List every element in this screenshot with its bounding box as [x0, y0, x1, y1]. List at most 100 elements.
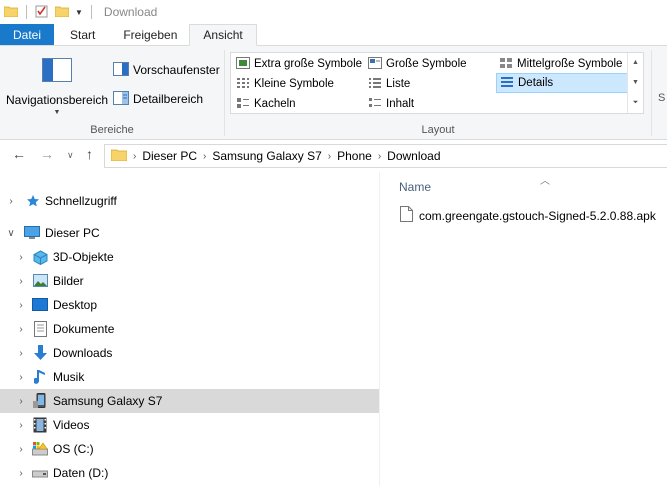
nav-item-documents[interactable]: › Dokumente: [0, 317, 379, 341]
folder-icon: [110, 148, 128, 164]
group-label-panes: Bereiche: [90, 124, 134, 136]
tab-file[interactable]: Datei: [0, 24, 54, 45]
navigation-pane: › Schnellzugriff ∨ Dieser PC › 3D-Objekt…: [0, 184, 379, 486]
nav-item-label: OS (C:): [53, 442, 94, 456]
layout-medium-icons[interactable]: Mittelgroße Symbole: [496, 54, 625, 74]
file-icon: [400, 206, 413, 225]
folder-icon: [3, 5, 19, 20]
desktop-icon: [32, 298, 48, 314]
nav-item-label: Videos: [53, 418, 90, 432]
layout-list[interactable]: Liste: [365, 74, 413, 94]
title-separator: [26, 5, 27, 19]
breadcrumb-download[interactable]: Download: [387, 149, 440, 163]
expand-gallery-icon[interactable]: ⏷: [633, 99, 639, 107]
chevron-right-icon[interactable]: ›: [16, 420, 26, 431]
back-arrow-icon[interactable]: ←: [12, 146, 26, 162]
chevron-right-icon[interactable]: ›: [16, 276, 26, 287]
layout-extra-large-icons[interactable]: Extra große Symbole: [233, 54, 365, 74]
layout-label: Kleine Symbole: [254, 78, 334, 90]
drive-warning-icon: [32, 441, 48, 460]
title-bar: ▼ Download: [0, 0, 667, 24]
column-header-name[interactable]: Name: [399, 180, 431, 194]
extra-large-icons-icon: [236, 56, 250, 72]
chevron-right-icon[interactable]: ›: [16, 444, 26, 455]
recent-locations-icon[interactable]: ∨: [67, 150, 74, 161]
pictures-icon: [33, 274, 48, 290]
nav-item-pictures[interactable]: › Bilder: [0, 269, 379, 293]
layout-label: Mittelgroße Symbole: [517, 58, 623, 70]
breadcrumb-this-pc[interactable]: Dieser PC: [142, 149, 197, 163]
chevron-right-icon[interactable]: ›: [16, 300, 26, 311]
chevron-right-icon[interactable]: ›: [16, 348, 26, 359]
layout-tiles[interactable]: Kacheln: [233, 94, 299, 114]
list-icon: [368, 77, 382, 92]
file-name: com.greengate.gstouch-Signed-5.2.0.88.ap…: [419, 208, 656, 223]
up-arrow-icon[interactable]: ↑: [86, 146, 93, 162]
nav-item-label: Dokumente: [53, 322, 115, 336]
nav-item-music[interactable]: › Musik: [0, 365, 379, 389]
small-icons-icon: [236, 77, 250, 92]
layout-small-icons[interactable]: Kleine Symbole: [233, 74, 337, 94]
documents-icon: [34, 321, 47, 340]
nav-item-label: Samsung Galaxy S7: [53, 394, 163, 408]
nav-item-3d-objects[interactable]: › 3D-Objekte: [0, 245, 379, 269]
tab-share[interactable]: Freigeben: [111, 24, 189, 45]
tab-start[interactable]: Start: [54, 24, 111, 45]
cut-off-group-label: S: [658, 92, 666, 104]
scroll-up-icon[interactable]: ▲: [632, 59, 639, 66]
nav-item-this-pc[interactable]: ∨ Dieser PC: [0, 221, 379, 245]
layout-gallery: Extra große Symbole Große Symbole Mittel…: [230, 52, 644, 114]
film-icon: [33, 417, 47, 436]
content-icon: [368, 97, 382, 112]
chevron-right-icon[interactable]: ›: [16, 372, 26, 383]
nav-item-quick-access[interactable]: › Schnellzugriff: [0, 189, 379, 213]
preview-pane-label: Vorschaufenster: [133, 63, 220, 77]
chevron-right-icon[interactable]: ›: [6, 196, 16, 207]
nav-item-os-c[interactable]: › OS (C:): [0, 437, 379, 461]
chevron-right-icon[interactable]: ›: [16, 252, 26, 263]
layout-content[interactable]: Inhalt: [365, 94, 417, 114]
scroll-down-icon[interactable]: ▼: [632, 79, 639, 86]
nav-item-videos[interactable]: › Videos: [0, 413, 379, 437]
layout-label: Liste: [386, 78, 411, 90]
tiles-icon: [236, 97, 250, 112]
medium-icons-icon: [499, 57, 513, 72]
nav-item-data-d[interactable]: › Daten (D:): [0, 461, 379, 485]
chevron-right-icon[interactable]: ›: [16, 324, 26, 335]
nav-item-downloads[interactable]: › Downloads: [0, 341, 379, 365]
navigation-pane-icon: [42, 58, 72, 85]
breadcrumb-galaxy[interactable]: Samsung Galaxy S7: [212, 149, 321, 163]
chevron-right-icon[interactable]: ›: [16, 468, 26, 479]
forward-arrow-icon[interactable]: →: [40, 146, 54, 162]
preview-pane-button[interactable]: Vorschaufenster: [110, 60, 223, 80]
group-label-layout: Layout: [421, 124, 455, 136]
breadcrumb-phone[interactable]: Phone: [337, 149, 372, 163]
layout-large-icons[interactable]: Große Symbole: [365, 54, 470, 74]
chevron-down-icon[interactable]: ∨: [6, 228, 16, 239]
navigation-pane-button[interactable]: Navigationsbereich ▼: [6, 54, 108, 122]
layout-label: Kacheln: [254, 98, 296, 110]
nav-item-label: Dieser PC: [45, 226, 100, 240]
chevron-right-icon[interactable]: ›: [16, 396, 26, 407]
file-row[interactable]: com.greengate.gstouch-Signed-5.2.0.88.ap…: [400, 206, 656, 225]
details-pane-button[interactable]: Detailbereich: [110, 89, 206, 109]
breadcrumb-separator[interactable]: ›: [133, 151, 136, 162]
breadcrumb-separator[interactable]: ›: [378, 151, 381, 162]
new-folder-icon[interactable]: [54, 5, 70, 20]
nav-item-label: Downloads: [53, 346, 113, 360]
ribbon: Navigationsbereich ▼ Vorschaufenster Det…: [0, 46, 667, 140]
nav-item-label: Daten (D:): [53, 466, 109, 480]
layout-details[interactable]: Details: [496, 73, 628, 93]
breadcrumb-separator[interactable]: ›: [203, 151, 206, 162]
content-pane: ︿ Name com.greengate.gstouch-Signed-5.2.…: [380, 172, 667, 486]
nav-item-desktop[interactable]: › Desktop: [0, 293, 379, 317]
properties-icon[interactable]: [35, 4, 49, 21]
group-separator-2: [651, 50, 652, 136]
nav-item-galaxy-s7[interactable]: › Samsung Galaxy S7: [0, 389, 379, 413]
tab-view[interactable]: Ansicht: [189, 24, 257, 46]
layout-scroll[interactable]: ▲ ▼ ⏷: [627, 53, 643, 113]
address-bar[interactable]: › Dieser PC › Samsung Galaxy S7 › Phone …: [104, 144, 667, 168]
quick-access-dropdown-icon[interactable]: ▼: [75, 8, 83, 17]
breadcrumb-separator[interactable]: ›: [328, 151, 331, 162]
computer-icon: [24, 226, 40, 243]
